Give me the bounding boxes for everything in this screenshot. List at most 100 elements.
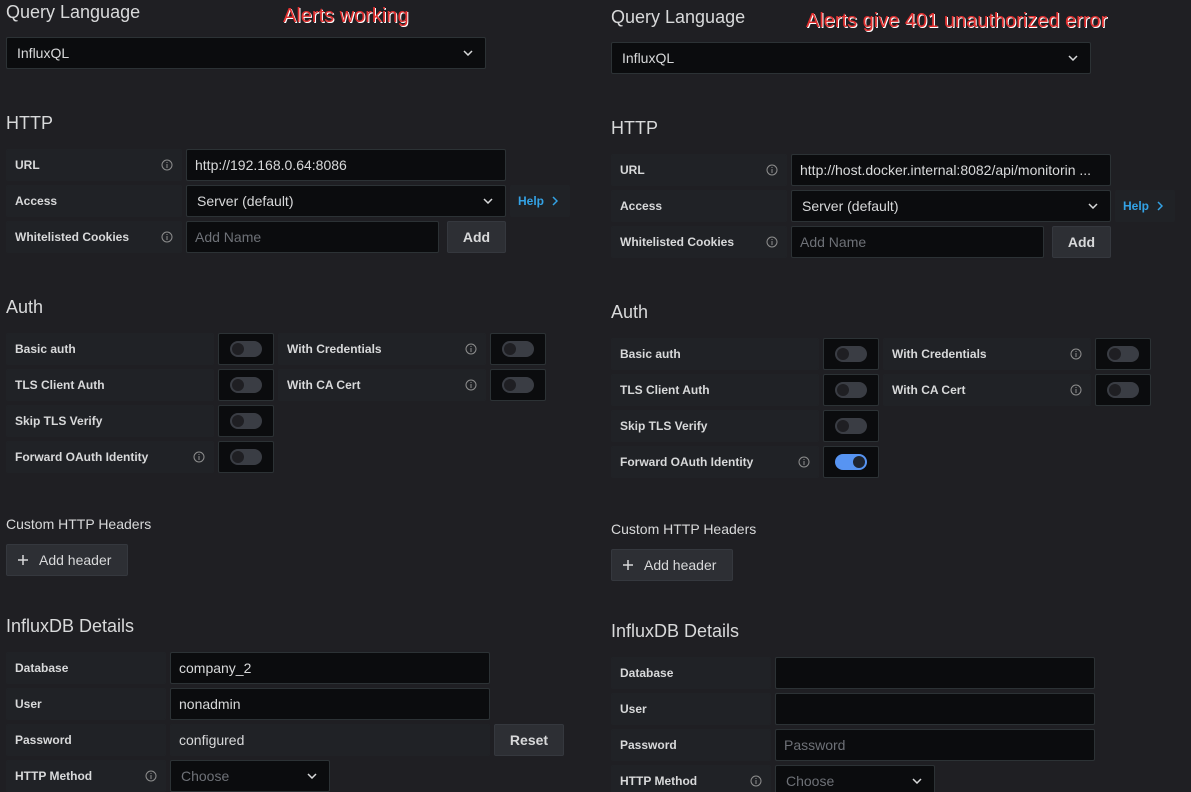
access-select[interactable]: Server (default) (186, 185, 506, 217)
password-configured: configured (170, 724, 490, 756)
chevron-down-icon (305, 769, 319, 783)
tls-client-auth-toggle[interactable] (823, 374, 879, 406)
chevron-down-icon (910, 774, 924, 788)
info-circle-icon[interactable] (798, 456, 810, 468)
access-label: Access (6, 185, 182, 217)
info-circle-icon[interactable] (1070, 384, 1082, 396)
with-ca-cert-label: With CA Cert (278, 369, 486, 401)
with-credentials-label: With Credentials (278, 333, 486, 365)
basic-auth-toggle[interactable] (823, 338, 879, 370)
skip-tls-verify-toggle[interactable] (218, 405, 274, 437)
info-circle-icon[interactable] (766, 164, 778, 176)
info-circle-icon[interactable] (766, 236, 778, 248)
add-header-button[interactable]: Add header (611, 549, 733, 581)
info-circle-icon[interactable] (145, 770, 157, 782)
query-language-select[interactable]: InfluxQL (611, 42, 1091, 74)
annotation-text: Alerts give 401 unauthorized error (806, 10, 1108, 32)
tls-client-auth-toggle[interactable] (218, 369, 274, 401)
database-input[interactable]: company_2 (170, 652, 490, 684)
add-cookie-button[interactable]: Add (1052, 226, 1111, 258)
http-method-select[interactable]: Choose (775, 765, 935, 792)
cookie-name-input[interactable]: Add Name (791, 226, 1044, 258)
right-datasource-settings: Query Language Alerts give 401 unauthori… (611, 5, 1191, 792)
plus-icon (622, 559, 634, 571)
skip-tls-verify-toggle[interactable] (823, 410, 879, 442)
auth-heading: Auth (611, 302, 649, 322)
password-label: Password (6, 724, 166, 756)
forward-oauth-toggle[interactable] (823, 446, 879, 478)
toggle-track (835, 382, 867, 398)
auth-heading: Auth (6, 297, 44, 317)
whitelisted-cookies-label: Whitelisted Cookies (611, 226, 787, 258)
basic-auth-toggle[interactable] (218, 333, 274, 365)
http-method-placeholder: Choose (181, 768, 230, 784)
info-circle-icon[interactable] (465, 379, 477, 391)
http-heading: HTTP (611, 118, 658, 138)
toggle-track (1107, 346, 1139, 362)
query-language-select[interactable]: InfluxQL (6, 37, 486, 69)
http-method-select[interactable]: Choose (170, 760, 330, 792)
url-label: URL (611, 154, 787, 186)
with-credentials-toggle[interactable] (1095, 338, 1151, 370)
user-input[interactable]: nonadmin (170, 688, 490, 720)
url-label-text: URL (620, 163, 645, 177)
chevron-down-icon (1086, 199, 1100, 213)
url-label: URL (6, 149, 182, 181)
url-input[interactable]: http://192.168.0.64:8086 (186, 149, 506, 181)
http-method-text: HTTP Method (620, 774, 698, 788)
help-button[interactable]: Help (510, 185, 570, 217)
info-circle-icon[interactable] (1070, 348, 1082, 360)
toggle-track (230, 377, 262, 393)
toggle-track (835, 346, 867, 362)
database-input[interactable] (775, 657, 1095, 689)
skip-tls-verify-label: Skip TLS Verify (611, 410, 819, 442)
with-ca-cert-toggle[interactable] (1095, 374, 1151, 406)
user-label: User (6, 688, 166, 720)
url-input[interactable]: http://host.docker.internal:8082/api/mon… (791, 154, 1111, 186)
add-header-button[interactable]: Add header (6, 544, 128, 576)
add-cookie-button[interactable]: Add (447, 221, 506, 253)
info-circle-icon[interactable] (161, 159, 173, 171)
forward-oauth-label: Forward OAuth Identity (6, 441, 214, 473)
help-button[interactable]: Help (1115, 190, 1175, 222)
info-circle-icon[interactable] (750, 775, 762, 787)
tls-client-auth-label: TLS Client Auth (611, 374, 819, 406)
chevron-down-icon (461, 46, 475, 60)
access-select[interactable]: Server (default) (791, 190, 1111, 222)
user-input[interactable] (775, 693, 1095, 725)
help-label: Help (518, 194, 545, 208)
chevron-down-icon (1066, 51, 1080, 65)
password-label: Password (611, 729, 771, 761)
tls-client-auth-label: TLS Client Auth (6, 369, 214, 401)
with-ca-cert-toggle[interactable] (490, 369, 546, 401)
toggle-track (230, 449, 262, 465)
password-input[interactable]: Password (775, 729, 1095, 761)
user-label: User (611, 693, 771, 725)
with-credentials-text: With Credentials (287, 342, 382, 356)
toggle-track (230, 341, 262, 357)
chevron-right-icon (552, 196, 559, 206)
with-credentials-text: With Credentials (892, 347, 987, 361)
info-circle-icon[interactable] (465, 343, 477, 355)
basic-auth-label: Basic auth (6, 333, 214, 365)
info-circle-icon[interactable] (161, 231, 173, 243)
database-label: Database (6, 652, 166, 684)
with-credentials-toggle[interactable] (490, 333, 546, 365)
help-label: Help (1123, 199, 1150, 213)
query-language-heading: Query Language (6, 2, 141, 22)
forward-oauth-toggle[interactable] (218, 441, 274, 473)
whitelisted-cookies-label: Whitelisted Cookies (6, 221, 182, 253)
skip-tls-verify-label: Skip TLS Verify (6, 405, 214, 437)
info-circle-icon[interactable] (193, 451, 205, 463)
http-method-text: HTTP Method (15, 769, 93, 783)
cookie-name-input[interactable]: Add Name (186, 221, 439, 253)
forward-oauth-text: Forward OAuth Identity (620, 455, 754, 469)
basic-auth-label: Basic auth (611, 338, 819, 370)
query-language-value: InfluxQL (622, 50, 675, 66)
chevron-right-icon (1157, 201, 1164, 211)
reset-password-button[interactable]: Reset (494, 724, 564, 756)
cookies-label-text: Whitelisted Cookies (620, 235, 735, 249)
access-value: Server (default) (802, 198, 899, 214)
with-ca-cert-text: With CA Cert (892, 383, 966, 397)
influxdb-details-heading: InfluxDB Details (611, 621, 740, 641)
